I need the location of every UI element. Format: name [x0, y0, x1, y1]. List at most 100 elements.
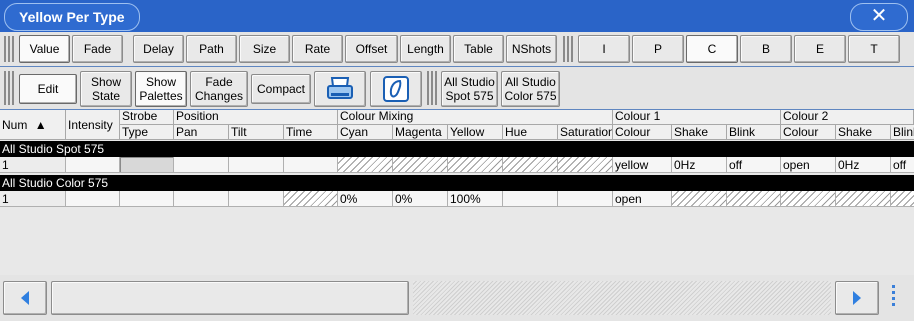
window-title: Yellow Per Type: [4, 3, 140, 31]
fixture-group-row[interactable]: All Studio Spot 575: [0, 141, 914, 157]
fixture-spot-line2: Spot 575: [445, 89, 494, 103]
cell-saturation: [558, 157, 613, 173]
cell-blink2[interactable]: off: [891, 157, 914, 173]
column-header-intensity[interactable]: Intensity: [66, 110, 120, 140]
cell-pan[interactable]: [174, 157, 229, 173]
cell-blink[interactable]: off: [727, 157, 781, 173]
cell-num[interactable]: 1: [0, 191, 66, 207]
column-header-magenta[interactable]: Magenta: [393, 125, 448, 140]
compact-button[interactable]: Compact: [251, 74, 311, 104]
scrollbar-track[interactable]: [413, 281, 831, 315]
programmer-table[interactable]: Num ▲ Intensity Strobe Position Colour M…: [0, 110, 914, 275]
title-bar[interactable]: Yellow Per Type ✕: [0, 0, 914, 32]
delay-button[interactable]: Delay: [133, 35, 184, 63]
column-header-blink[interactable]: Blink: [727, 125, 781, 140]
cell-cyan: [338, 157, 393, 173]
fixture-group-row[interactable]: All Studio Color 575: [0, 175, 914, 191]
scroll-right-button[interactable]: [835, 281, 879, 315]
more-options-icon[interactable]: [890, 283, 896, 313]
size-button[interactable]: Size: [239, 35, 290, 63]
attribute-colour-button[interactable]: C: [686, 35, 738, 63]
scroll-left-button[interactable]: [3, 281, 47, 315]
table-button[interactable]: Table: [453, 35, 504, 63]
cell-shake2: [836, 191, 891, 207]
cell-colour2[interactable]: open: [781, 157, 836, 173]
show-state-line1: Show: [90, 75, 122, 89]
cell-hue[interactable]: [503, 191, 558, 207]
cell-saturation[interactable]: [558, 191, 613, 207]
cell-shake[interactable]: 0Hz: [672, 157, 727, 173]
column-header-shake2[interactable]: Shake: [836, 125, 891, 140]
scrollbar-thumb[interactable]: [51, 281, 409, 315]
fade-button[interactable]: Fade: [72, 35, 123, 63]
column-header-shake[interactable]: Shake: [672, 125, 727, 140]
fade-changes-button[interactable]: Fade Changes: [190, 71, 248, 107]
palette-button[interactable]: [370, 71, 422, 107]
column-header-tilt[interactable]: Tilt: [229, 125, 284, 140]
print-button[interactable]: [314, 71, 366, 107]
fixture-spot-575-button[interactable]: All Studio Spot 575: [441, 71, 498, 107]
cell-colour[interactable]: yellow: [613, 157, 672, 173]
cell-tilt[interactable]: [229, 157, 284, 173]
cell-colour[interactable]: open: [613, 191, 672, 207]
column-header-num[interactable]: Num ▲: [0, 110, 66, 140]
toolbar-grip[interactable]: [427, 71, 437, 105]
cell-pan[interactable]: [174, 191, 229, 207]
cell-hue: [503, 157, 558, 173]
nshots-button[interactable]: NShots: [506, 35, 557, 63]
show-palettes-line1: Show: [145, 75, 177, 89]
rate-button[interactable]: Rate: [292, 35, 343, 63]
cell-shake2[interactable]: 0Hz: [836, 157, 891, 173]
close-icon: ✕: [870, 5, 888, 27]
attribute-effect-button[interactable]: E: [794, 35, 846, 63]
value-button[interactable]: Value: [19, 35, 70, 63]
column-header-time[interactable]: Time: [284, 125, 338, 140]
column-header-pan[interactable]: Pan: [174, 125, 229, 140]
column-header-yellow[interactable]: Yellow: [448, 125, 503, 140]
printer-icon: [327, 77, 353, 99]
path-button[interactable]: Path: [186, 35, 237, 63]
cell-time[interactable]: [284, 157, 338, 173]
palette-icon: [383, 76, 409, 102]
cell-tilt[interactable]: [229, 191, 284, 207]
column-header-colour[interactable]: Colour: [613, 125, 672, 140]
length-button[interactable]: Length: [400, 35, 451, 63]
show-state-line2: State: [91, 89, 121, 103]
toolbar-grip[interactable]: [563, 36, 573, 62]
edit-button[interactable]: Edit: [19, 74, 77, 104]
show-palettes-button[interactable]: Show Palettes: [135, 71, 187, 107]
group-header-strobe: Strobe: [120, 110, 174, 125]
toolbar-editor-mode: Value Fade Delay Path Size Rate Offset L…: [0, 32, 914, 66]
window: Yellow Per Type ✕ Value Fade Delay Path …: [0, 0, 914, 321]
column-header-cyan[interactable]: Cyan: [338, 125, 393, 140]
cell-intensity[interactable]: [66, 191, 120, 207]
attribute-intensity-button[interactable]: I: [578, 35, 630, 63]
sort-up-icon: ▲: [34, 118, 47, 132]
column-header-type[interactable]: Type: [120, 125, 174, 140]
column-header-saturation[interactable]: Saturation: [558, 125, 613, 140]
group-header-colour1: Colour 1: [613, 110, 781, 125]
show-state-button[interactable]: Show State: [80, 71, 132, 107]
cell-magenta: [393, 157, 448, 173]
cell-shake: [672, 191, 727, 207]
cell-intensity[interactable]: [66, 157, 120, 173]
offset-button[interactable]: Offset: [345, 35, 398, 63]
cell-strobe-type[interactable]: [120, 157, 174, 173]
attribute-beam-button[interactable]: B: [740, 35, 792, 63]
toolbar-grip[interactable]: [4, 36, 14, 62]
show-palettes-line2: Palettes: [139, 89, 183, 103]
cell-num[interactable]: 1: [0, 157, 66, 173]
column-header-colour2[interactable]: Colour: [781, 125, 836, 140]
cell-cyan[interactable]: 0%: [338, 191, 393, 207]
close-button[interactable]: ✕: [850, 3, 908, 31]
cell-yellow[interactable]: 100%: [448, 191, 503, 207]
attribute-time-button[interactable]: T: [848, 35, 900, 63]
toolbar-grip[interactable]: [4, 71, 14, 105]
attribute-position-button[interactable]: P: [632, 35, 684, 63]
cell-magenta[interactable]: 0%: [393, 191, 448, 207]
fixture-color-575-button[interactable]: All Studio Color 575: [501, 71, 560, 107]
cell-strobe-type[interactable]: [120, 191, 174, 207]
column-header-hue[interactable]: Hue: [503, 125, 558, 140]
column-header-blink2[interactable]: Blink: [891, 125, 914, 140]
horizontal-scrollbar[interactable]: [0, 275, 914, 321]
